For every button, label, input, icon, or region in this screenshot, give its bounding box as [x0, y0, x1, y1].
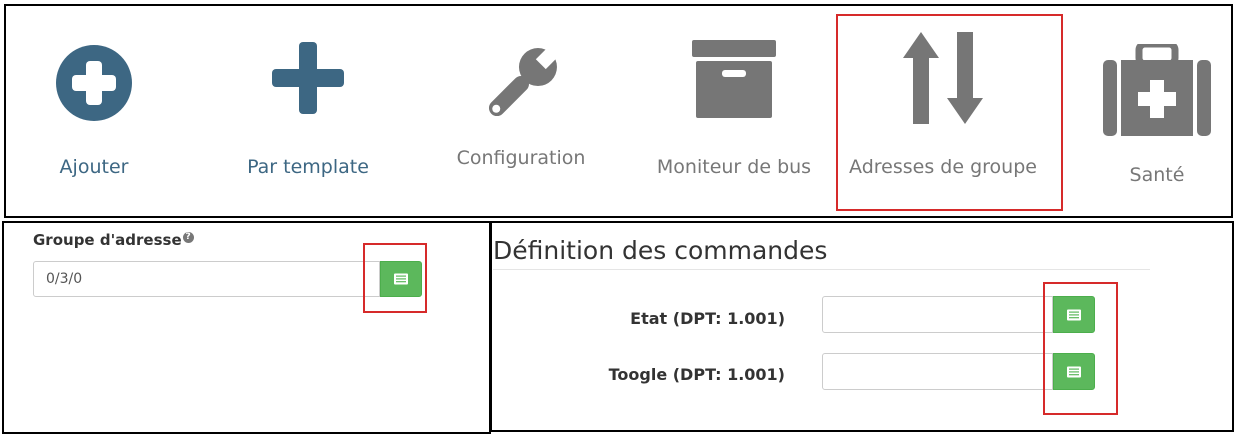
- list-icon: [1067, 309, 1081, 320]
- group-address-input[interactable]: 0/3/0: [33, 261, 380, 297]
- list-icon: [1067, 366, 1081, 377]
- toolbar-panel: Ajouter Par template Configuration Monit…: [4, 4, 1233, 218]
- group-addresses-tile[interactable]: Adresses de groupe: [846, 6, 1040, 216]
- add-tile[interactable]: Ajouter: [44, 6, 144, 216]
- plus-icon: [272, 42, 344, 118]
- section-divider: [493, 269, 1150, 270]
- configuration-label: Configuration: [456, 147, 586, 169]
- template-tile[interactable]: Par template: [240, 6, 376, 216]
- medkit-icon: [1103, 40, 1211, 140]
- bus-monitor-label: Moniteur de bus: [656, 156, 812, 178]
- bus-monitor-tile[interactable]: Moniteur de bus: [652, 6, 816, 216]
- state-command-input[interactable]: [822, 296, 1053, 333]
- plus-circle-icon: [55, 44, 133, 126]
- help-icon[interactable]: ?: [182, 232, 194, 243]
- group-address-select-button[interactable]: [380, 261, 422, 297]
- group-address-label: Groupe d'adresse?: [33, 231, 194, 249]
- toggle-command-input[interactable]: [822, 353, 1053, 390]
- toggle-command-select-button[interactable]: [1053, 353, 1095, 390]
- configuration-tile[interactable]: Configuration: [446, 6, 596, 216]
- wrench-icon: [479, 42, 563, 130]
- state-command-label: Etat (DPT: 1.001): [630, 309, 785, 328]
- arrows-up-down-icon: [903, 32, 983, 128]
- archive-icon: [692, 40, 776, 122]
- list-icon: [394, 273, 408, 285]
- group-address-panel: [2, 221, 491, 434]
- commands-title: Définition des commandes: [493, 236, 828, 265]
- toggle-command-label: Toogle (DPT: 1.001): [608, 365, 785, 384]
- state-command-select-button[interactable]: [1053, 296, 1095, 333]
- health-tile[interactable]: Santé: [1092, 6, 1222, 216]
- add-label: Ajouter: [59, 156, 129, 178]
- group-addresses-label: Adresses de groupe: [849, 156, 1037, 178]
- template-label: Par template: [247, 156, 369, 178]
- health-label: Santé: [1129, 164, 1185, 186]
